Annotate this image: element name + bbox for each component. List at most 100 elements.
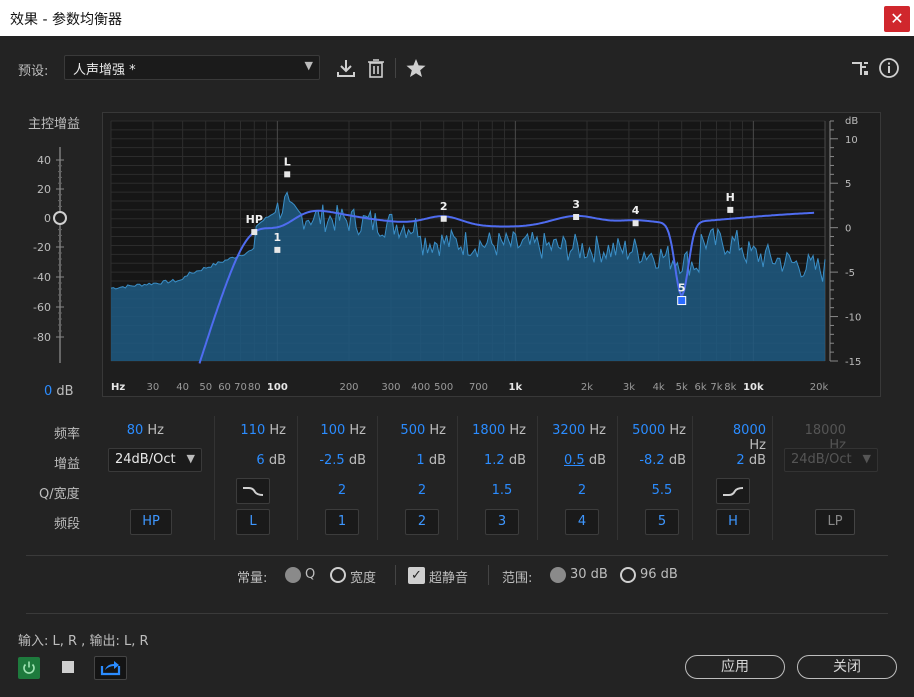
band-5-freq-value[interactable]: 5000 Hz <box>626 423 686 438</box>
x-axis-tick-label: 40 <box>176 382 189 393</box>
band-1-freq-value[interactable]: 100 Hz <box>306 423 366 438</box>
master-gain-unit: dB <box>56 384 74 399</box>
band-marker-label: 4 <box>632 204 640 217</box>
range-96db-radio[interactable] <box>620 567 636 583</box>
constant-q-radio[interactable] <box>285 567 301 583</box>
hp-freq-unit: Hz <box>147 423 164 438</box>
band-button-2[interactable]: 2 <box>405 509 439 535</box>
band-3-freq-value[interactable]: 1800 Hz <box>466 423 526 438</box>
band-1-gain-value[interactable]: -2.5 dB <box>306 453 366 468</box>
master-tick-label: 40 <box>37 154 51 167</box>
band-marker-3 <box>573 214 580 220</box>
x-axis-tick-label: 700 <box>469 382 488 393</box>
band-row-label: 频段 <box>54 517 81 532</box>
band-marker-l <box>284 171 291 178</box>
band-freq-number: 3200 <box>552 423 586 438</box>
band-gain-number: -8.2 <box>639 453 665 468</box>
column-separator <box>214 416 215 540</box>
x-axis-tick-label: 80 <box>248 382 261 393</box>
band-button-5[interactable]: 5 <box>645 509 679 535</box>
band-2-gain-value[interactable]: 1 dB <box>386 453 446 468</box>
close-button[interactable]: 关闭 <box>797 655 897 679</box>
options-separator <box>395 565 396 585</box>
preset-dropdown[interactable]: 人声增强 * ▼ <box>64 55 320 80</box>
band-5-gain-value[interactable]: -8.2 dB <box>626 453 686 468</box>
l-freq-value[interactable]: 110 Hz <box>234 423 286 438</box>
band-marker-5 <box>677 296 687 306</box>
x-axis-tick-label: 200 <box>339 382 358 393</box>
eq-graph-canvas[interactable]: HPL12 3 45HHz 30 40 50 60 70 80 100 200 300 400 500 70… <box>103 113 882 398</box>
ultra-quiet-checkbox[interactable]: ✓ <box>408 567 425 584</box>
band-marker-1 <box>274 246 281 253</box>
band-2-q-value[interactable]: 2 <box>402 483 442 498</box>
h-gain-value[interactable]: 2 dB <box>719 453 766 468</box>
band-marker-4 <box>632 220 639 227</box>
divider <box>26 613 888 614</box>
band-button-lp[interactable]: LP <box>815 509 855 535</box>
band-3-q-value[interactable]: 1.5 <box>482 483 522 498</box>
band-4-q-value[interactable]: 2 <box>562 483 602 498</box>
band-3-gain-value[interactable]: 1.2 dB <box>466 453 526 468</box>
band-button-h[interactable]: H <box>716 509 750 535</box>
band-4-gain-value[interactable]: 0.5 dB <box>546 453 606 468</box>
io-channels-label: 输入: L, R , 输出: L, R <box>18 634 149 649</box>
master-tick-label: -40 <box>33 271 51 284</box>
apply-button[interactable]: 应用 <box>685 655 785 679</box>
x-axis-tick-label: 3k <box>623 382 635 393</box>
star-icon[interactable] <box>405 57 427 79</box>
band-gain-number: 1 <box>416 453 425 468</box>
band-button-4[interactable]: 4 <box>565 509 599 535</box>
master-tick-label: 20 <box>37 183 51 196</box>
low-shelf-shape-button[interactable] <box>236 478 270 504</box>
constant-width-radio[interactable] <box>330 567 346 583</box>
range-30db-radio[interactable] <box>550 567 566 583</box>
trash-icon[interactable] <box>365 57 387 79</box>
band-button-3[interactable]: 3 <box>485 509 519 535</box>
band-button-1[interactable]: 1 <box>325 509 359 535</box>
export-button[interactable] <box>94 656 127 680</box>
info-icon[interactable] <box>878 57 900 79</box>
master-gain-knob[interactable] <box>53 211 67 225</box>
range-96db-label: 96 dB <box>640 567 678 582</box>
master-tick-label: -80 <box>33 331 51 344</box>
gain-row-label: 增益 <box>54 457 81 472</box>
hp-freq-value[interactable]: 80 Hz <box>114 423 164 438</box>
title-bar: 效果 - 参数均衡器 ✕ <box>0 0 914 36</box>
band-marker-2 <box>440 215 447 222</box>
window-title: 效果 - 参数均衡器 <box>10 12 122 28</box>
band-gain-unit: dB <box>348 453 366 468</box>
toolbar-separator <box>395 58 396 78</box>
download-icon[interactable] <box>335 57 357 79</box>
eq-graph[interactable]: HP L 1 2 3 4 5 H Hz 30 40 50 60 70 80 100 200 300 400 500 70… <box>102 112 881 397</box>
x-axis-tick-label: 100 <box>267 382 288 393</box>
band-4-freq-value[interactable]: 3200 Hz <box>546 423 606 438</box>
l-gain-value[interactable]: 6 dB <box>239 453 286 468</box>
h-freq-value[interactable]: 8000 Hz <box>714 423 766 453</box>
column-separator <box>692 416 693 540</box>
h-freq-unit: Hz <box>749 438 766 453</box>
x-axis-tick-label: 5k <box>676 382 688 393</box>
band-button-l[interactable]: L <box>236 509 270 535</box>
band-marker-label: 3 <box>572 198 580 211</box>
x-axis-tick-label: 7k <box>710 382 722 393</box>
band-freq-unit: Hz <box>429 423 446 438</box>
band-freq-unit: Hz <box>669 423 686 438</box>
band-gain-unit: dB <box>588 453 606 468</box>
q-row-label: Q/宽度 <box>39 487 80 502</box>
band-1-q-value[interactable]: 2 <box>322 483 362 498</box>
stop-icon[interactable] <box>62 661 74 673</box>
band-2-freq-value[interactable]: 500 Hz <box>386 423 446 438</box>
band-5-q-value[interactable]: 5.5 <box>642 483 682 498</box>
routing-icon[interactable] <box>849 57 871 79</box>
chevron-down-icon: ▼ <box>186 452 195 465</box>
master-gain-slider[interactable]: 40 20 0 -20 -40 -60 -80 <box>26 145 76 370</box>
power-button[interactable] <box>18 657 40 679</box>
band-marker-label: 5 <box>678 282 686 295</box>
band-button-hp[interactable]: HP <box>130 509 172 535</box>
close-window-button[interactable]: ✕ <box>884 6 910 32</box>
power-icon <box>23 661 35 674</box>
high-shelf-shape-button[interactable] <box>716 478 750 504</box>
divider <box>26 555 888 556</box>
column-separator <box>297 416 298 540</box>
hp-slope-dropdown[interactable]: 24dB/Oct ▼ <box>108 448 202 472</box>
